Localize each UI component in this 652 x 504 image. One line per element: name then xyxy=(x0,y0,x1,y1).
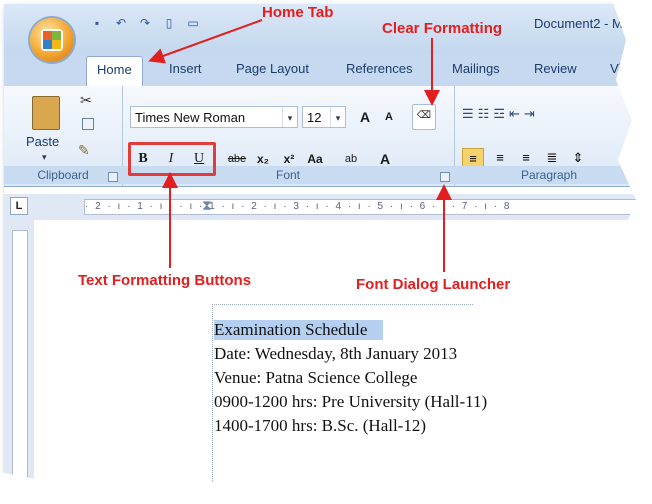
paste-icon[interactable] xyxy=(32,96,60,130)
indent-marker-icon[interactable]: ⧗ xyxy=(202,197,212,214)
decrease-indent-icon[interactable]: ⇤ xyxy=(509,106,524,121)
clipboard-group: Paste ▾ ✂ ✎ Clipboard xyxy=(4,86,123,186)
align-center-icon[interactable]: ≡ xyxy=(490,148,510,168)
undo-icon[interactable]: ↶ xyxy=(114,16,128,30)
tab-mailings[interactable]: Mailings xyxy=(452,61,500,76)
window-title: Document2 - M xyxy=(534,16,623,31)
tab-view[interactable]: View xyxy=(610,61,638,76)
callout-font-dialog: Font Dialog Launcher xyxy=(356,276,511,293)
justify-icon[interactable]: ≣ xyxy=(542,148,562,168)
ruler-scale[interactable]: · 2 · ı · 1 · ı · · ı · 1 · ı · 2 · ı · … xyxy=(84,199,644,215)
tab-references[interactable]: References xyxy=(346,61,412,76)
clipboard-dialog-launcher[interactable] xyxy=(108,172,118,182)
format-painter-icon[interactable]: ✎ xyxy=(78,142,90,159)
tab-page-layout[interactable]: Page Layout xyxy=(236,61,309,76)
increase-indent-icon[interactable]: ⇥ xyxy=(524,106,539,121)
grow-font-button[interactable]: A xyxy=(354,106,376,128)
paragraph-group: ☰☷☲⇤⇥ ≡ ≡ ≡ ≣ ⇕ Paragraph xyxy=(454,86,644,186)
doc-line-venue[interactable]: Venue: Patna Science College xyxy=(214,368,417,388)
tab-review[interactable]: Review xyxy=(534,61,577,76)
eraser-icon: ⌫ xyxy=(416,110,432,121)
shrink-font-button[interactable]: A xyxy=(378,106,400,128)
tab-selector[interactable]: L xyxy=(10,197,28,215)
paste-button[interactable]: Paste xyxy=(26,134,59,149)
paragraph-group-label: Paragraph xyxy=(454,166,644,184)
doc-line-session-2[interactable]: 1400-1700 hrs: B.Sc. (Hall-12) xyxy=(214,416,426,436)
callout-home-tab: Home Tab xyxy=(262,4,334,21)
font-dialog-launcher[interactable] xyxy=(440,172,450,182)
font-family-value: Times New Roman xyxy=(135,110,246,125)
document-page[interactable]: Examination Schedule Date: Wednesday, 8t… xyxy=(34,220,644,496)
doc-line-title[interactable]: Examination Schedule xyxy=(214,320,384,340)
doc-line-date[interactable]: Date: Wednesday, 8th January 2013 xyxy=(214,344,457,364)
save-icon[interactable]: ▪ xyxy=(90,16,104,30)
numbering-icon[interactable]: ☷ xyxy=(478,106,494,121)
font-size-select[interactable]: 12 ▾ xyxy=(302,106,346,128)
align-right-icon[interactable]: ≡ xyxy=(516,148,536,168)
multilevel-list-icon[interactable]: ☲ xyxy=(493,106,509,121)
copy-icon[interactable] xyxy=(82,118,94,130)
quick-access-toolbar: ▪ ↶ ↷ ▯ ▭ xyxy=(90,16,200,30)
new-document-icon[interactable]: ▯ xyxy=(162,16,176,30)
cut-icon[interactable]: ✂ xyxy=(80,92,92,109)
office-button[interactable] xyxy=(30,18,74,62)
chevron-down-icon: ▾ xyxy=(330,107,345,127)
callout-text-formatting: Text Formatting Buttons xyxy=(78,272,252,289)
tab-insert[interactable]: Insert xyxy=(169,61,202,76)
bullets-icon[interactable]: ☰ xyxy=(462,106,478,121)
redo-icon[interactable]: ↷ xyxy=(138,16,152,30)
open-folder-icon[interactable]: ▭ xyxy=(186,16,200,30)
ribbon-tabs: Home Insert Page Layout References Maili… xyxy=(4,54,644,87)
clipboard-group-label: Clipboard xyxy=(4,166,122,184)
paste-dropdown-icon[interactable]: ▾ xyxy=(42,152,47,163)
callout-clear-formatting: Clear Formatting xyxy=(382,20,503,37)
list-buttons-row: ☰☷☲⇤⇥ xyxy=(462,106,539,122)
text-formatting-highlight xyxy=(128,142,216,176)
tab-home[interactable]: Home xyxy=(86,56,143,87)
chevron-down-icon: ▾ xyxy=(282,107,297,127)
line-spacing-icon[interactable]: ⇕ xyxy=(568,148,588,168)
doc-line-session-1[interactable]: 0900-1200 hrs: Pre University (Hall-11) xyxy=(214,392,487,412)
vertical-ruler-scale[interactable] xyxy=(12,230,28,496)
font-size-value: 12 xyxy=(307,110,322,125)
horizontal-ruler: L · 2 · ı · 1 · ı · · ı · 1 · ı · 2 · ı … xyxy=(4,194,644,220)
ribbon: Paste ▾ ✂ ✎ Clipboard Times New Roman ▾ … xyxy=(4,86,644,187)
word-window: ▪ ↶ ↷ ▯ ▭ Document2 - M Home Insert Page… xyxy=(4,4,644,496)
clear-formatting-button[interactable]: ⌫ xyxy=(412,104,436,130)
font-family-select[interactable]: Times New Roman ▾ xyxy=(130,106,298,128)
office-logo-icon xyxy=(41,29,63,51)
vertical-ruler xyxy=(4,220,34,496)
